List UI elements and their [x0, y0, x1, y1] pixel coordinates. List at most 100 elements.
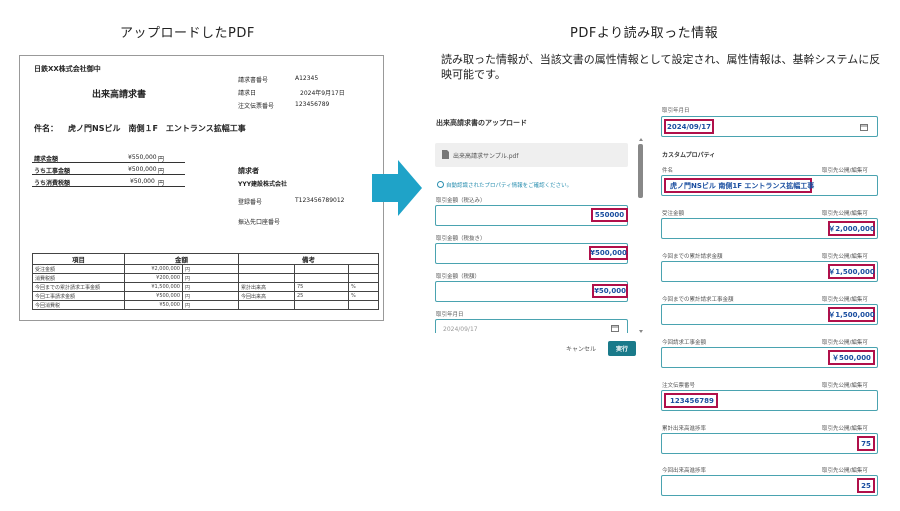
access-label: 取引先公開/編集可: [822, 297, 868, 303]
field-label-3: 取引年月日: [436, 312, 464, 318]
upload-title: 出来高請求書のアップロード: [436, 119, 527, 127]
date-label: 取引年月日: [662, 108, 690, 114]
table-cell: [238, 264, 295, 274]
table-cell: ¥2,000,000: [124, 264, 183, 274]
table-row: 今回消費税 ¥50,000 円: [32, 300, 379, 310]
access-label: 取引先公開/編集可: [822, 340, 868, 346]
cumulative-progress-input[interactable]: [661, 433, 878, 454]
table-cell: 今回までの累計請求工事金額: [32, 282, 125, 292]
table-cell: 75: [294, 282, 349, 292]
description-text: 読み取った情報が、当該文書の属性情報として設定され、属性情報は、基幹システムに反…: [441, 53, 881, 81]
table-cell: 今回工事請求金額: [32, 291, 125, 301]
subject-value: 虎ノ門NSビル 南側1F エントランス拡幅工事: [664, 178, 814, 193]
cumulative-work-billing-value: ￥1,500,000: [828, 307, 875, 322]
table-cell: 消費税額: [32, 273, 125, 283]
pdf-bank-label: 振込先口座番号: [238, 219, 281, 226]
order-slip-number-value: 123456789: [664, 393, 718, 408]
pdf-meta-label-0: 請求書番号: [238, 77, 269, 84]
pdf-th-item: 項目: [32, 253, 125, 265]
left-heading: アップロードしたPDF: [120, 26, 255, 41]
table-cell: ¥500,000: [124, 291, 183, 301]
current-work-billing-value: ￥500,000: [828, 350, 875, 365]
pdf-issuer: YYY建設株式会社: [238, 181, 288, 188]
prop-label-1: 受注金額: [662, 211, 685, 217]
calendar-icon[interactable]: [860, 123, 868, 131]
pdf-issuer-label: 請求者: [238, 167, 259, 175]
table-row: 今回までの累計請求工事金額 ¥1,500,000 円 累計出来高 75 %: [32, 282, 379, 292]
table-cell: 円: [182, 282, 239, 292]
table-cell: [294, 300, 349, 310]
document-icon: [442, 150, 449, 159]
table-cell: 今回消費税: [32, 300, 125, 310]
order-amount-value: ￥2,000,000: [828, 221, 875, 236]
prop-label-7: 今回出来高進捗率: [662, 468, 707, 474]
access-label: 取引先公開/編集可: [822, 168, 868, 174]
uploaded-file[interactable]: 出来高請求サンプル.pdf: [435, 143, 628, 167]
table-cell: 円: [182, 264, 239, 274]
pdf-meta-value-0: A12345: [295, 75, 319, 82]
table-cell: 受注金額: [32, 264, 125, 274]
pdf-table: 項目 金額 備考 受注金額 ¥2,000,000 円 消費税額 ¥200,000…: [32, 253, 379, 310]
table-cell: 25: [294, 291, 349, 301]
amount-excl-tax-value: ¥500,000: [589, 246, 628, 260]
prop-label-6: 累計出来高進捗率: [662, 426, 707, 432]
table-cell: ¥50,000: [124, 300, 183, 310]
table-cell: %: [348, 282, 379, 292]
table-cell: [348, 264, 379, 274]
field-label-1: 取引金額（税抜き）: [436, 236, 486, 242]
table-cell: [238, 273, 295, 283]
upload-fields: 取引金額（税込み） 550000 取引金額（税抜き） ¥500,000 取引金額…: [435, 196, 635, 333]
cancel-button[interactable]: キャンセル: [566, 344, 596, 353]
access-label: 取引先公開/編集可: [822, 426, 868, 432]
right-heading: PDFより読み取った情報: [570, 26, 719, 41]
current-progress-input[interactable]: [661, 475, 878, 496]
info-icon: [437, 181, 444, 188]
current-progress-value: 25: [857, 478, 875, 493]
pdf-amount-value-2: ¥50,000: [130, 178, 155, 185]
pdf-th-note: 備考: [238, 253, 379, 265]
access-label: 取引先公開/編集可: [822, 383, 868, 389]
pdf-reg-label: 登録番号: [238, 199, 263, 206]
access-label: 取引先公開/編集可: [822, 211, 868, 217]
execute-button[interactable]: 実行: [608, 341, 636, 356]
scrollbar[interactable]: [638, 138, 643, 334]
table-cell: 累計出来高: [238, 282, 295, 292]
pdf-amount-value-1: ¥500,000: [128, 166, 157, 173]
table-cell: [238, 300, 295, 310]
cumulative-billing-value: ￥1,500,000: [828, 264, 875, 279]
field-label-0: 取引金額（税込み）: [436, 198, 486, 204]
field-label-2: 取引金額（税額）: [436, 274, 481, 280]
file-name: 出来高請求サンプル.pdf: [453, 153, 519, 160]
table-row: 消費税額 ¥200,000 円: [32, 273, 379, 283]
access-label: 取引先公開/編集可: [822, 468, 868, 474]
pdf-meta-label-1: 請求日: [238, 90, 257, 97]
table-cell: 今回出来高: [238, 291, 295, 301]
pdf-amount-value-0: ¥550,000: [128, 154, 157, 161]
pdf-th-amount: 金額: [124, 253, 239, 265]
tax-amount-value: ¥50,000: [592, 284, 628, 298]
upload-date-value: 2024/09/17: [443, 326, 478, 333]
access-label: 取引先公開/編集可: [822, 254, 868, 260]
table-cell: 円: [182, 300, 239, 310]
pdf-meta-value-1: 2024年9月17日: [300, 90, 345, 97]
table-row: 今回工事請求金額 ¥500,000 円 今回出来高 25 %: [32, 291, 379, 301]
table-row: 受注金額 ¥2,000,000 円: [32, 264, 379, 274]
table-cell: [294, 264, 349, 274]
pdf-subject: 虎ノ門NSビル 南側１F エントランス拡幅工事: [68, 124, 246, 133]
table-cell: ¥200,000: [124, 273, 183, 283]
table-cell: %: [348, 291, 379, 301]
amount-incl-tax-value: 550000: [591, 208, 628, 222]
calendar-icon[interactable]: [611, 324, 619, 332]
pdf-meta-label-2: 注文伝票番号: [238, 103, 275, 110]
table-cell: 円: [182, 273, 239, 283]
table-cell: ¥1,500,000: [124, 282, 183, 292]
table-cell: [348, 300, 379, 310]
prop-label-0: 件名: [662, 168, 674, 174]
pdf-document: 日鉄XX株式会社御中 出来高請求書 請求書番号 A12345 請求日 2024年…: [19, 55, 384, 321]
pdf-reg-value: T123456789012: [295, 197, 345, 204]
table-cell: 円: [182, 291, 239, 301]
pdf-recipient: 日鉄XX株式会社御中: [34, 65, 101, 73]
prop-label-2: 今回までの累計請求金額: [662, 254, 723, 260]
scrollbar-thumb[interactable]: [638, 144, 643, 198]
date-value: 2024/09/17: [664, 119, 714, 134]
